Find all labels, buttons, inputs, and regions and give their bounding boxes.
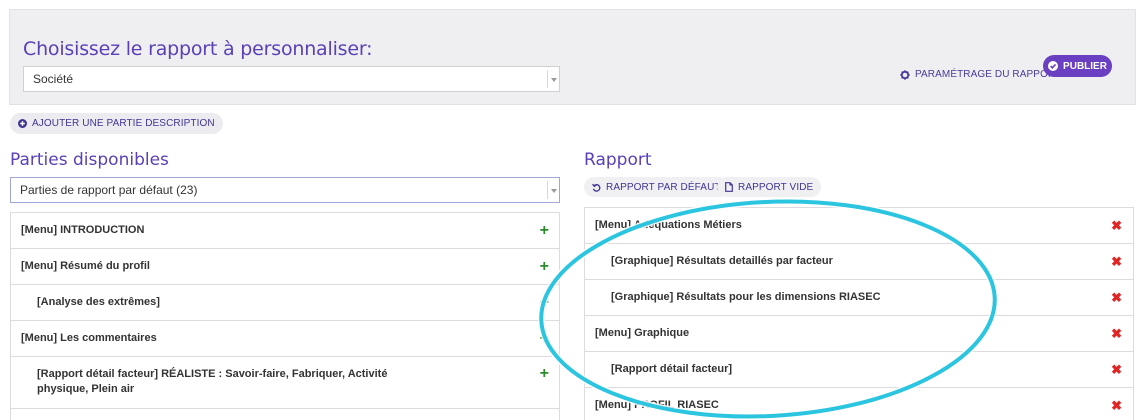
list-item[interactable]: [Menu] INTRODUCTION +: [10, 213, 560, 249]
page-title: Choisissez le rapport à personnaliser:: [23, 38, 373, 60]
publish-button[interactable]: PUBLIER: [1043, 55, 1112, 77]
remove-icon[interactable]: ✖: [1111, 398, 1122, 414]
report-chooser-panel: Choisissez le rapport à personnaliser: S…: [9, 9, 1136, 105]
list-item-label: [Menu] INTRODUCTION: [21, 224, 145, 236]
list-item[interactable]: [Menu] Résumé du profil +: [10, 249, 560, 285]
list-item[interactable]: [10, 409, 560, 420]
report-title: Rapport: [584, 150, 652, 170]
available-parts-list: [Menu] INTRODUCTION + [Menu] Résumé du p…: [10, 212, 560, 420]
default-report-button[interactable]: RAPPORT PAR DÉFAUT: [584, 177, 729, 197]
list-item-label: [Graphique] Résultats pour les dimension…: [611, 291, 881, 303]
list-item-label: [Menu] Résumé du profil: [21, 260, 150, 272]
empty-report-button[interactable]: RAPPORT VIDE: [717, 177, 822, 197]
empty-report-label: RAPPORT VIDE: [738, 181, 814, 193]
undo-icon: [592, 183, 601, 192]
available-parts-title: Parties disponibles: [10, 150, 169, 170]
file-icon: [725, 182, 733, 192]
parts-source-value: Parties de rapport par défaut (23): [20, 183, 198, 197]
default-report-label: RAPPORT PAR DÉFAUT: [606, 181, 721, 193]
check-icon: [1048, 61, 1059, 71]
plus-icon[interactable]: +: [540, 365, 549, 383]
remove-icon[interactable]: ✖: [1111, 290, 1122, 306]
remove-icon[interactable]: ✖: [1111, 218, 1122, 234]
list-item[interactable]: [Rapport détail facteur] RÉALISTE : Savo…: [10, 357, 560, 409]
list-item[interactable]: [Graphique] Résultats pour les dimension…: [584, 280, 1134, 316]
plus-icon[interactable]: +: [540, 330, 549, 348]
list-item[interactable]: [Menu] Les commentaires +: [10, 321, 560, 357]
plus-icon[interactable]: +: [540, 294, 549, 312]
report-parts-list: [Menu] Adéquations Métiers ✖ [Graphique]…: [584, 207, 1134, 420]
publish-label: PUBLIER: [1063, 60, 1107, 72]
gear-icon: [900, 69, 910, 80]
remove-icon[interactable]: ✖: [1111, 362, 1122, 378]
report-settings-label: PARAMÉTRAGE DU RAPPORT: [915, 69, 1062, 80]
report-settings-button[interactable]: PARAMÉTRAGE DU RAPPORT: [900, 69, 1061, 80]
list-item[interactable]: [Graphique] Résultats detaillés par fact…: [584, 244, 1134, 280]
list-item[interactable]: [Menu] PROFIL RIASEC ✖: [584, 388, 1134, 420]
list-item-label: [Analyse des extrêmes]: [37, 296, 160, 308]
list-item-label: [Rapport détail facteur] RÉALISTE : Savo…: [37, 368, 388, 395]
plus-circle-icon: [18, 119, 27, 128]
list-item-label: [Menu] Graphique: [595, 327, 690, 339]
list-item[interactable]: [Analyse des extrêmes] +: [10, 285, 560, 321]
list-item-label: [Menu] Les commentaires: [21, 332, 157, 344]
list-item-label: [Graphique] Résultats detaillés par fact…: [611, 255, 833, 267]
plus-icon[interactable]: +: [540, 258, 549, 276]
plus-icon[interactable]: +: [540, 222, 549, 240]
add-description-button[interactable]: AJOUTER UNE PARTIE DESCRIPTION: [10, 113, 223, 134]
remove-icon[interactable]: ✖: [1111, 326, 1122, 342]
report-select[interactable]: Société: [23, 66, 560, 92]
list-item-label: [Rapport détail facteur]: [611, 363, 733, 375]
chevron-down-icon: [547, 181, 559, 199]
remove-icon[interactable]: ✖: [1111, 254, 1122, 270]
list-item-label: [Menu] PROFIL RIASEC: [595, 399, 719, 411]
list-item[interactable]: [Menu] Adéquations Métiers ✖: [584, 208, 1134, 244]
report-select-value: Société: [33, 72, 74, 86]
list-item-label: [Menu] Adéquations Métiers: [595, 219, 742, 231]
chevron-down-icon: [547, 70, 559, 88]
parts-source-select[interactable]: Parties de rapport par défaut (23): [10, 177, 560, 203]
list-item[interactable]: [Rapport détail facteur] ✖: [584, 352, 1134, 388]
add-description-label: AJOUTER UNE PARTIE DESCRIPTION: [32, 118, 215, 129]
list-item[interactable]: [Menu] Graphique ✖: [584, 316, 1134, 352]
